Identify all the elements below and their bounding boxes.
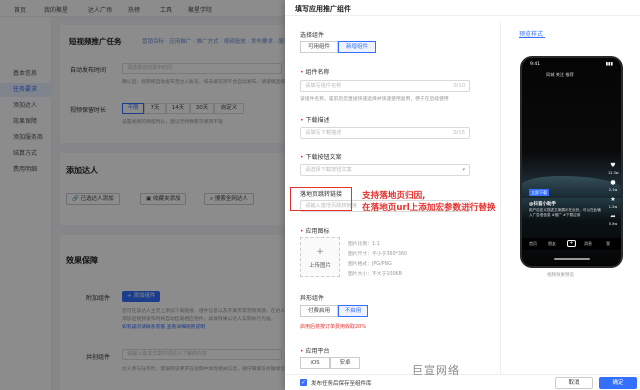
phone-tab-home: 首页 [529, 241, 537, 246]
callout-line-2: 在落地页url上添加宏参数进行替换 [362, 203, 496, 213]
special-disable[interactable]: 不启用 [338, 305, 368, 317]
component-name-hint: 该组件名称，是前后您直接快速选择并快速使用复用，便于在后续使用 [300, 97, 449, 102]
platform-label-text: 应用平台 [305, 348, 330, 355]
platform-label: • 应用平台 [300, 346, 330, 355]
required-mark: • [300, 117, 304, 124]
special-component-label: 异形组件 [300, 295, 325, 302]
home-indicator [554, 258, 590, 260]
icon-spec-filesize: 图片大小：不大于100KB [348, 272, 402, 277]
phone-username: @抖音小助手 [529, 202, 556, 207]
download-button-copy-label: • 下载按钮文案 [300, 152, 342, 161]
star-count: 1.2w [608, 205, 618, 209]
plus-icon: + [316, 247, 324, 257]
comment-icon: ● [610, 179, 616, 186]
share-count: 5.5w [608, 222, 618, 226]
check-icon: ✓ [300, 379, 307, 386]
icon-spec-format: 图片格式：JPG/PNG [348, 262, 392, 267]
tab-available-components[interactable]: 可用组件 [300, 41, 338, 53]
phone-preview: 9:41 ▮▮▮ 同城 关注 推荐 ♥ 12.3w ● 2.1w ★ 1.2w … [520, 56, 623, 268]
select-component-label: 选择组件 [300, 32, 325, 39]
phone-tab-me: 我 [606, 241, 610, 246]
save-to-library-label: 发布任务后保存至组件库 [311, 381, 372, 387]
preview-divider [500, 22, 501, 374]
download-button-copy-select[interactable]: 请选择下载按钮文案 ▾ [300, 164, 470, 176]
preview-tab-underline [519, 37, 545, 38]
download-desc-input[interactable]: 请填写下载描述 0/15 [300, 127, 470, 139]
component-name-placeholder: 请填写组件名称 [305, 83, 342, 89]
download-badge: 立即下载 [529, 189, 549, 196]
phone-add-icon: + [567, 240, 576, 247]
phone-status-icons: ▮▮▮ [605, 62, 613, 67]
download-desc-label-text: 下载描述 [305, 117, 330, 124]
download-desc-count: 0/15 [453, 130, 465, 136]
phone-top-nav: 同城 关注 推荐 [546, 72, 574, 77]
required-mark: • [300, 228, 304, 235]
video-background [522, 58, 621, 266]
landing-url-highlight [290, 187, 352, 211]
callout-line-1: 支持落地页归因, [362, 191, 426, 201]
watermark: 巨宣网络 [412, 364, 460, 377]
phone-description: 用户自定义描述文案展示在此处，可以在此输入广告语信息 #推广 #下载应用 [529, 208, 601, 217]
phone-tab-messages: 消息 [584, 241, 592, 246]
component-name-label-text: 组件名称 [305, 69, 330, 76]
drawer-title: 填写应用推广组件 [295, 5, 351, 13]
component-name-input[interactable]: 请填写组件名称 0/10 [300, 80, 470, 92]
star-icon: ★ [610, 196, 616, 203]
share-icon: ➦ [610, 213, 616, 220]
special-fee-note: 启用后将按订单费用收取20% [300, 324, 367, 330]
component-name-label: • 组件名称 [300, 67, 330, 76]
confirm-button[interactable]: 确定 [599, 377, 637, 389]
icon-spec-ratio: 图片比例：1:1 [348, 242, 380, 247]
special-paid-enable[interactable]: 付费启用 [300, 305, 338, 317]
upload-image-label: 上传图片 [308, 263, 331, 269]
drawer-header: 填写应用推广组件 [285, 0, 640, 16]
download-desc-label: • 下载描述 [300, 115, 330, 124]
required-mark: • [300, 69, 304, 76]
app-icon-label: • 应用图标 [300, 226, 330, 235]
upload-image-button[interactable]: + 上传图片 [300, 237, 340, 277]
required-mark: • [300, 348, 304, 355]
chevron-down-icon: ▾ [462, 167, 465, 173]
preview-caption: 视频效果预览 [547, 273, 574, 278]
download-button-copy-placeholder: 请选择下载按钮文案 [305, 167, 352, 173]
heart-icon: ♥ [610, 162, 616, 169]
like-count: 12.3w [608, 171, 619, 175]
cancel-button[interactable]: 取消 [555, 377, 593, 389]
component-name-count: 0/10 [453, 83, 465, 89]
landing-url-callout: 支持落地页归因, 在落地页url上添加宏参数进行替换 [362, 190, 496, 214]
phone-tab-friends: 朋友 [548, 241, 556, 246]
download-desc-placeholder: 请填写下载描述 [305, 130, 342, 136]
icon-spec-size: 图片尺寸：不小于360*360 [348, 252, 408, 257]
tab-new-component[interactable]: 新增组件 [338, 41, 376, 53]
drawer-footer: ✓ 发布任务后保存至组件库 取消 确定 [285, 374, 640, 390]
comment-count: 2.1w [608, 188, 618, 192]
download-button-copy-label-text: 下载按钮文案 [305, 154, 342, 161]
platform-ios[interactable]: iOS [300, 357, 330, 369]
phone-status-time: 9:41 [530, 62, 541, 67]
platform-android[interactable]: 安卓 [330, 357, 360, 369]
app-icon-label-text: 应用图标 [305, 228, 330, 235]
save-to-library-checkbox[interactable]: ✓ [300, 379, 307, 386]
required-mark: • [300, 154, 304, 161]
